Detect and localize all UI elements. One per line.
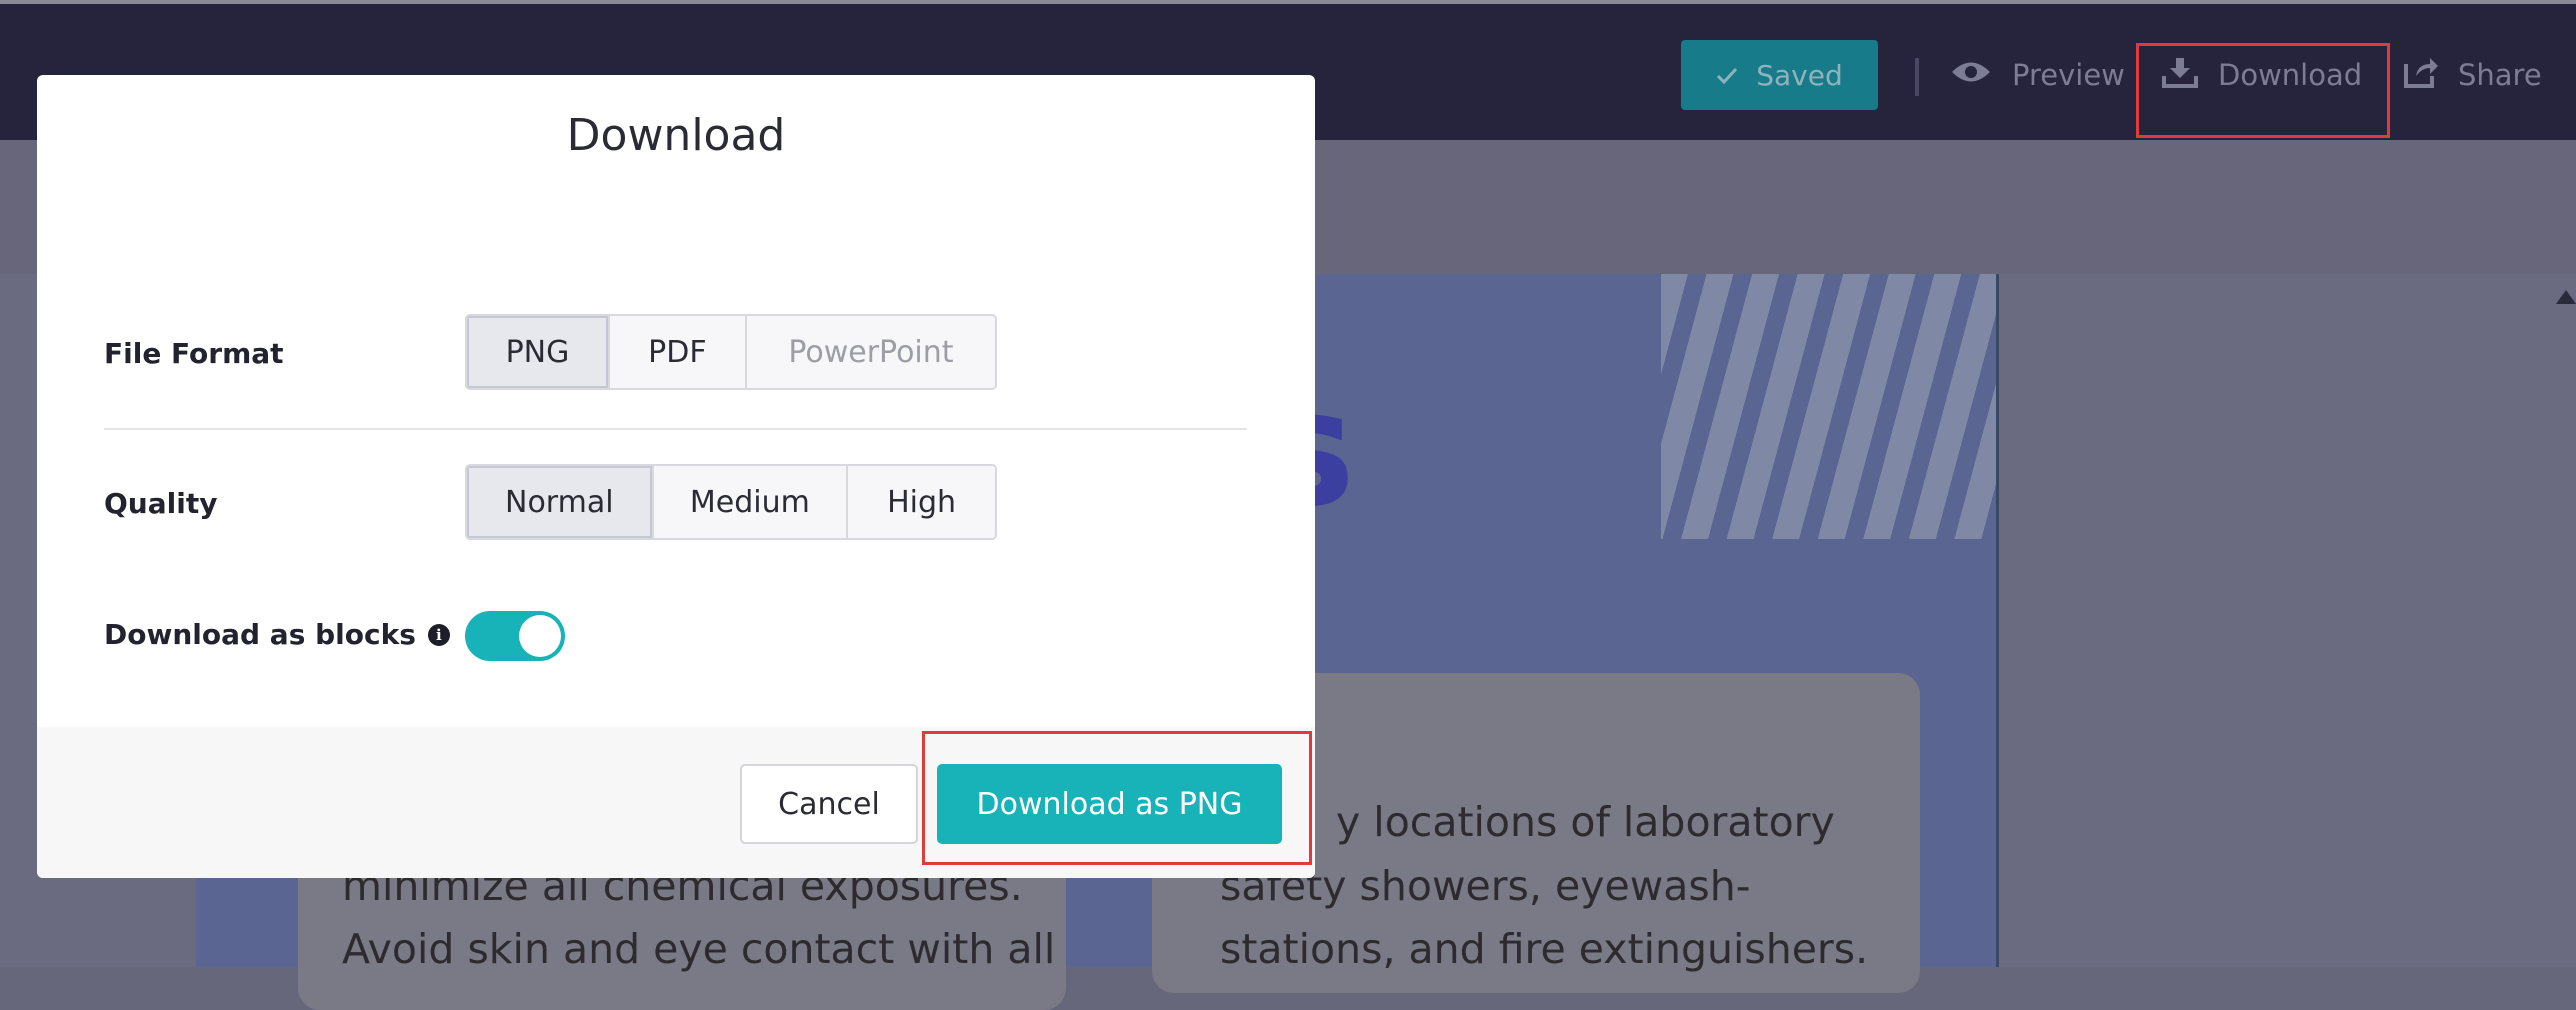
download-dialog: Download File Format PNG PDF PowerPoint …	[37, 75, 1315, 878]
format-option-powerpoint[interactable]: PowerPoint	[746, 316, 995, 388]
card-text-line: stations, and fire extinguishers.	[1220, 925, 1869, 973]
decorative-pattern	[1661, 274, 1996, 539]
section-divider	[104, 428, 1247, 430]
toolbar-divider	[1915, 58, 1919, 96]
download-label: Download	[2218, 58, 2363, 92]
share-label: Share	[2458, 58, 2542, 92]
file-format-label: File Format	[104, 337, 284, 370]
format-option-png[interactable]: PNG	[467, 316, 610, 388]
share-button[interactable]: Share	[2402, 40, 2542, 110]
download-icon	[2162, 56, 2198, 95]
preview-button[interactable]: Preview	[1950, 40, 2125, 110]
share-icon	[2402, 56, 2438, 95]
card-text-line: y locations of laboratory	[1336, 798, 1835, 846]
download-as-blocks-row: Download as blocks i	[104, 618, 450, 651]
download-button[interactable]: Download	[2162, 40, 2362, 110]
eye-icon	[1950, 58, 1992, 92]
scroll-up-icon[interactable]	[2556, 290, 2576, 304]
quality-selector: Normal Medium High	[465, 464, 997, 540]
saved-button[interactable]: Saved	[1681, 40, 1878, 110]
cancel-button[interactable]: Cancel	[740, 764, 918, 844]
format-option-pdf[interactable]: PDF	[609, 316, 747, 388]
download-as-blocks-toggle[interactable]	[465, 611, 565, 661]
card-text-line: Avoid skin and eye contact with all	[342, 925, 1056, 973]
quality-option-high[interactable]: High	[848, 466, 995, 538]
canvas-edge	[1996, 274, 1999, 967]
check-icon	[1716, 59, 1738, 92]
quality-option-medium[interactable]: Medium	[653, 466, 849, 538]
preview-label: Preview	[2012, 58, 2125, 92]
quality-label: Quality	[104, 487, 218, 520]
download-as-blocks-label: Download as blocks	[104, 618, 416, 651]
download-as-png-button[interactable]: Download as PNG	[937, 764, 1282, 844]
dialog-title: Download	[566, 110, 786, 161]
quality-option-normal[interactable]: Normal	[467, 466, 654, 538]
toggle-knob	[519, 615, 561, 657]
info-icon[interactable]: i	[427, 623, 450, 646]
file-format-selector: PNG PDF PowerPoint	[465, 314, 997, 390]
saved-label: Saved	[1756, 58, 1843, 92]
